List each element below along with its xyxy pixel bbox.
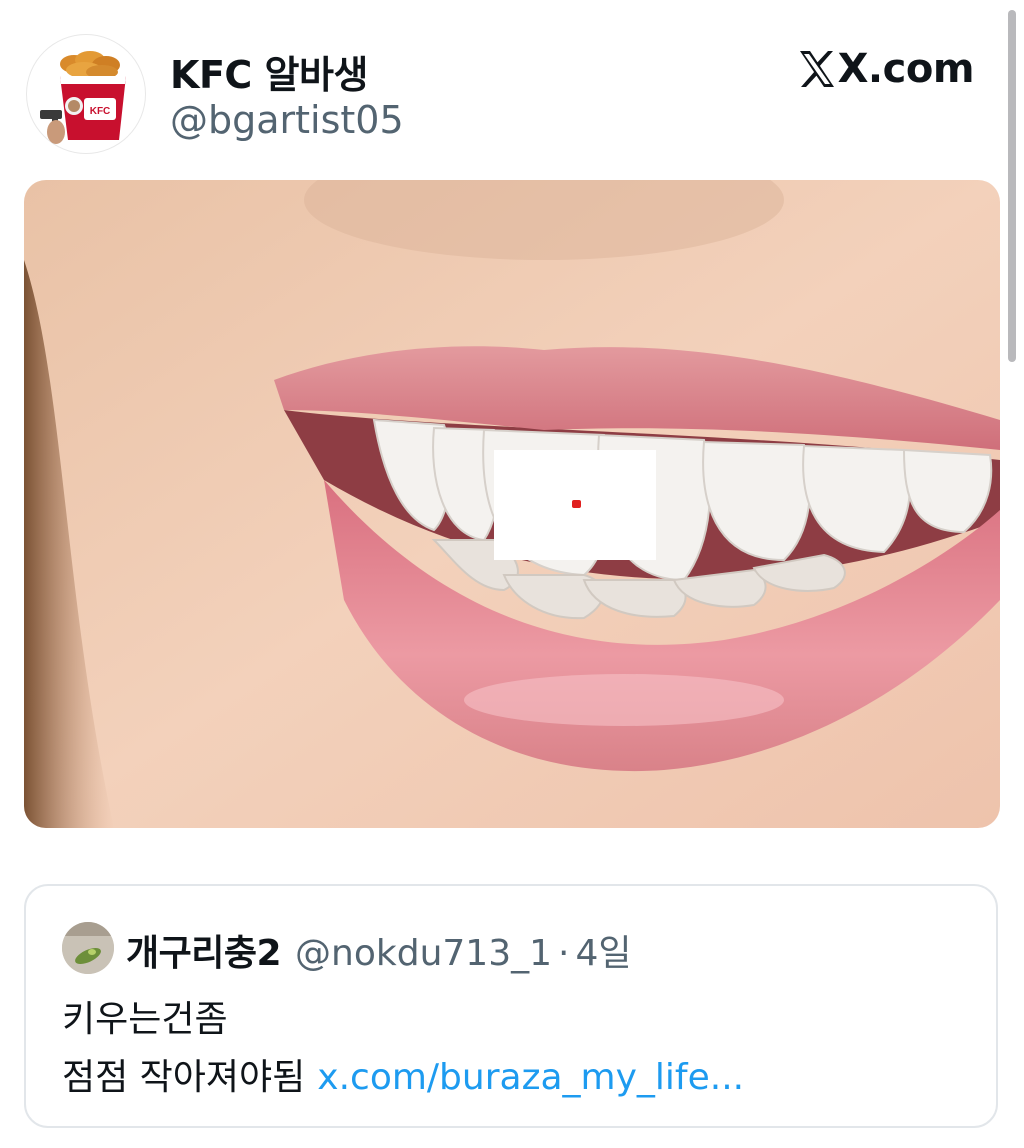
quoted-tweet-card[interactable]: 개구리충2 @nokdu713_1 · 4일 키우는건좀 점점 작아져야됨 x.c… bbox=[24, 884, 998, 1128]
quoted-text-line-2: 점점 작아져야됨 x.com/buraza_my_life... bbox=[62, 1048, 744, 1100]
kfc-bucket-avatar-icon[interactable]: KFC bbox=[26, 34, 146, 154]
display-name[interactable]: KFC 알바생 bbox=[170, 44, 368, 99]
header-separator: · bbox=[558, 933, 570, 974]
quoted-text-line-2-text: 점점 작아져야됨 bbox=[62, 1057, 306, 1098]
quoted-text-line-1: 키우는건좀 bbox=[62, 999, 228, 1040]
x-logo-icon bbox=[799, 51, 834, 87]
brand-text: X.com bbox=[837, 46, 975, 92]
quoted-link[interactable]: x.com/buraza_my_life... bbox=[317, 1057, 744, 1098]
quoted-user-handle[interactable]: @nokdu713_1 bbox=[295, 933, 552, 974]
quoted-timestamp[interactable]: 4일 bbox=[575, 924, 631, 976]
quoted-display-name[interactable]: 개구리충2 bbox=[126, 924, 282, 976]
svg-text:KFC: KFC bbox=[90, 106, 111, 117]
frog-avatar-icon[interactable] bbox=[62, 922, 114, 974]
user-handle[interactable]: @bgartist05 bbox=[170, 98, 404, 142]
smiling-lips-teeth-photo[interactable] bbox=[24, 180, 1000, 828]
quoted-tweet-header: 개구리충2 @nokdu713_1 · 4일 bbox=[126, 924, 632, 976]
x-brand: X.com bbox=[798, 46, 975, 92]
tweet-screenshot: KFC KFC 알바생 @bgartist05 X.com 개구리충2 @nok… bbox=[0, 0, 1024, 1148]
scrollbar[interactable] bbox=[1008, 10, 1016, 362]
